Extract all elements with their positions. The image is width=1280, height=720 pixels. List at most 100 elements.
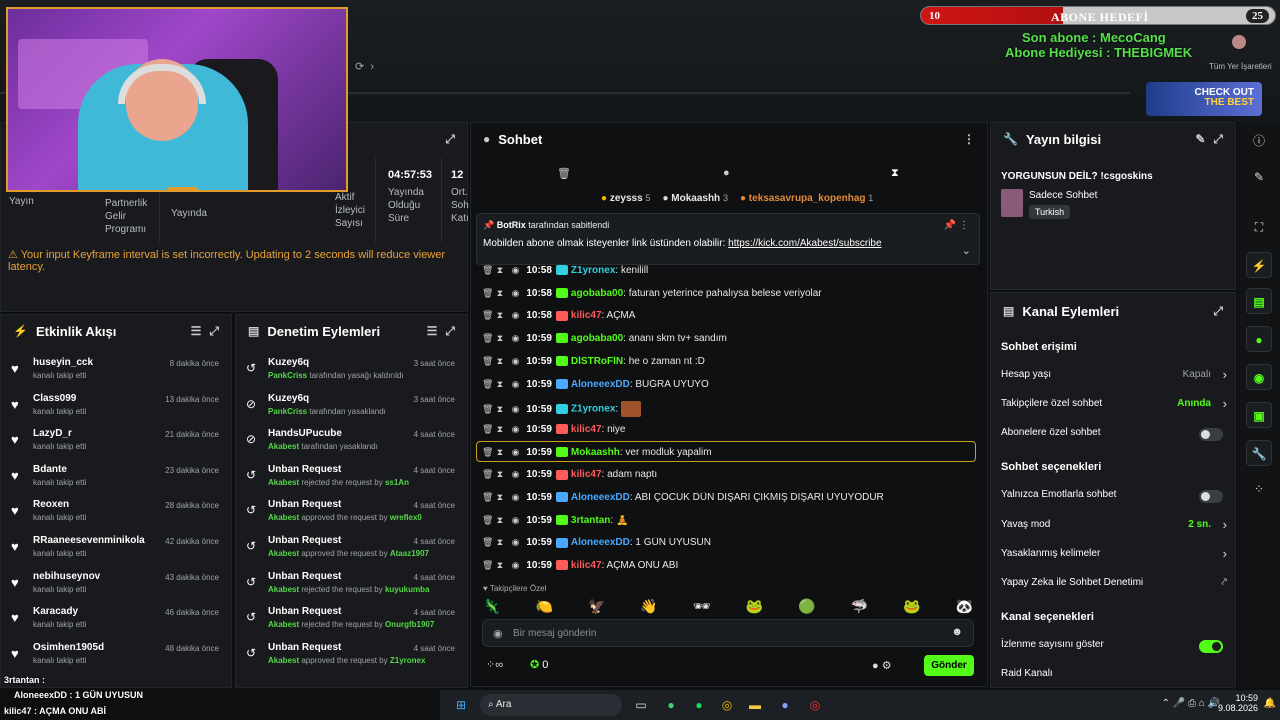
bookmarks-folder[interactable]: Tüm Yer İşaretleri (1209, 62, 1272, 71)
send-button[interactable]: Gönder (924, 655, 974, 676)
message-user[interactable]: Z1yronex (571, 404, 615, 415)
profile-avatar[interactable] (1232, 35, 1246, 49)
channel-icon[interactable]: ▣ (1246, 402, 1272, 428)
show-views-toggle[interactable] (1199, 640, 1223, 653)
pinned-link[interactable]: https://kick.com/Akabest/subscribe (728, 238, 881, 249)
lightning-icon[interactable]: ⚡ (1246, 252, 1272, 278)
feed-item[interactable]: ♥ Bdante kanalı takip etti 23 dakika önce (1, 462, 231, 498)
mod-target[interactable]: Unban Request (268, 606, 341, 617)
emote-only-toggle[interactable] (1199, 490, 1223, 503)
pencil-icon[interactable]: ✎ (1246, 164, 1272, 190)
chat-message[interactable]: 🗑 ⧗ ◉ 10:59 kilic47: adam naptı (482, 469, 972, 489)
chat-message[interactable]: 🗑 ⧗ ◉ 10:58 kilic47: AÇMA (482, 310, 972, 330)
mod-target[interactable]: Unban Request (268, 535, 341, 546)
feed-item[interactable]: ♥ huseyin_cck kanalı takip etti 8 dakika ön… (1, 355, 231, 391)
chat-input[interactable]: ◉ Bir mesaj gönderin ☻ (482, 619, 974, 647)
feed-item[interactable]: ♥ RRaaneesevenminikola kanalı takip etti 42… (1, 533, 231, 569)
emote[interactable]: 🍋 (535, 598, 552, 616)
trash-icon[interactable]: 🗑 (482, 424, 494, 435)
points-display[interactable]: ✪ 0 (530, 658, 548, 671)
trash-icon[interactable]: 🗑 (482, 515, 494, 526)
top-chatter[interactable]: ● Mokaashh 3 (662, 193, 728, 204)
mod-target[interactable]: Kuzey6q (268, 357, 309, 368)
popout-icon[interactable]: ⤢ (1213, 304, 1223, 319)
trash-icon[interactable]: 🗑 (482, 537, 494, 548)
show-views-setting[interactable]: İzlenme sayısını göster (1001, 639, 1227, 659)
whatsapp-icon[interactable]: ● (662, 696, 680, 714)
folder-icon[interactable]: ▬ (746, 696, 764, 714)
chrome-icon[interactable]: ◎ (718, 696, 736, 714)
ai-moderation-setting[interactable]: Yapay Zeka ile Sohbet Denetimi ⤤ (1001, 577, 1227, 597)
hourglass-icon[interactable]: ⧗ (497, 310, 509, 321)
chat-message[interactable]: 🗑 ⧗ ◉ 10:59 3rtantan: 🧘 (482, 515, 972, 535)
chat-message[interactable]: 🗑 ⧗ ◉ 10:58 Z1yronex: kenilill (482, 265, 972, 285)
filter-icon[interactable]: ☰ (191, 324, 202, 338)
mod-target[interactable]: HandsUPucube (268, 428, 342, 439)
emote[interactable]: 🦅 (588, 598, 605, 616)
mod-action-item[interactable]: ⊘ HandsUPucube Akabest tarafından yasaklan… (236, 426, 467, 462)
document-icon[interactable]: ▤ (1246, 288, 1272, 314)
hourglass-icon[interactable]: ⧗ (497, 379, 509, 390)
message-user[interactable]: agobaba00 (571, 288, 623, 299)
wrench-icon[interactable]: 🔧 (1246, 440, 1272, 466)
hourglass-icon[interactable]: ⧗ (497, 492, 509, 503)
popout-icon[interactable]: ⤢ (1213, 132, 1223, 147)
feed-item[interactable]: ♥ Osimhen1905d kanalı takip etti 48 dakika … (1, 640, 231, 676)
chevron-down-icon[interactable]: ⌄ (962, 244, 971, 257)
emote[interactable]: 🟢 (798, 598, 815, 616)
more-icon[interactable]: ⋮ (963, 132, 975, 146)
expand-icon[interactable]: ⛶ (1246, 214, 1272, 240)
feed-item[interactable]: ♥ Reoxen kanalı takip etti 28 dakika önce (1, 497, 231, 533)
slow-mode-setting[interactable]: Yavaş mod 2 sn. › (1001, 517, 1227, 539)
feed-user[interactable]: Karacady (33, 606, 78, 617)
trash-icon[interactable]: 🗑 (482, 288, 494, 299)
top-chatter[interactable]: ● zeysss 5 (601, 193, 650, 204)
mod-target[interactable]: Unban Request (268, 642, 341, 653)
hourglass-icon[interactable]: ⧗ (497, 356, 509, 367)
message-user[interactable]: 3rtantan (571, 515, 610, 526)
category-thumbnail[interactable] (1001, 189, 1023, 217)
emote[interactable]: 🐸 (903, 598, 920, 616)
pin-icon[interactable]: 📌 ⋮ (944, 220, 969, 231)
spotify-icon[interactable]: ● (690, 696, 708, 714)
trash-icon[interactable]: 🗑 (482, 333, 494, 344)
feed-item[interactable]: ♥ LazyD_r kanalı takip etti 21 dakika önce (1, 426, 231, 462)
discord-icon[interactable]: ● (776, 696, 794, 714)
feed-user[interactable]: Osimhen1905d (33, 642, 104, 653)
tray-icons[interactable]: ⌃ 🎤 ⎙ ⌂ 🔊 (1162, 698, 1220, 709)
notification-icon[interactable]: 🔔 (1264, 698, 1276, 709)
chat-icon[interactable]: ● (723, 167, 730, 179)
mod-action-item[interactable]: ↺ Unban Request Akabest rejected the reque… (236, 462, 467, 498)
feed-user[interactable]: Class099 (33, 393, 76, 404)
mod-target[interactable]: Unban Request (268, 464, 341, 475)
hourglass-icon[interactable]: ⧗ (497, 404, 509, 415)
app-icon[interactable]: ◎ (806, 696, 824, 714)
message-user[interactable]: kilic47 (571, 310, 602, 321)
filter-icon[interactable]: ☰ (427, 324, 438, 338)
nav-icons[interactable]: ⟳ › (355, 60, 374, 73)
chat-message[interactable]: 🗑 ⧗ ◉ 10:59 Z1yronex: (482, 401, 972, 421)
popout-icon[interactable]: ⤢ (445, 324, 455, 339)
hourglass-icon[interactable]: ⧗ (497, 469, 509, 480)
mod-action-item[interactable]: ↺ Unban Request Akabest approved the reque… (236, 533, 467, 569)
mod-target[interactable]: Kuzey6q (268, 393, 309, 404)
popout-icon[interactable]: ⤢ (209, 324, 219, 339)
checkout-banner[interactable]: CHECK OUT THE BEST (1146, 82, 1262, 116)
edit-icon[interactable]: ✎ (1195, 132, 1205, 146)
emote-bar[interactable]: 🦎 🍋 🦅 👋 🕶 🐸 🟢 🦈 🐸 🐼 (483, 598, 973, 616)
chat-settings-icon[interactable]: ● ⚙ (872, 659, 892, 672)
chat-icon[interactable]: ● (1246, 326, 1272, 352)
mod-action-item[interactable]: ↺ Unban Request Akabest approved the reque… (236, 497, 467, 533)
broadcast-icon[interactable]: ◉ (1246, 364, 1272, 390)
mod-action-item[interactable]: ↺ Unban Request Akabest approved the reque… (236, 640, 467, 676)
trash-icon[interactable]: 🗑 (482, 379, 494, 390)
trash-icon[interactable]: 🗑 (482, 492, 494, 503)
trash-icon[interactable]: 🗑 (482, 469, 494, 480)
info-icon[interactable]: ⓘ (1246, 128, 1272, 154)
trash-icon[interactable]: 🗑 (482, 404, 494, 415)
mod-action-item[interactable]: ↺ Kuzey6q PankCriss tarafından yasağı kald… (236, 355, 467, 391)
subs-only-toggle[interactable] (1199, 428, 1223, 441)
feed-item[interactable]: ♥ nebihuseynov kanalı takip etti 43 dakika … (1, 569, 231, 605)
feed-item[interactable]: ♥ Karacady kanalı takip etti 46 dakika önce (1, 604, 231, 640)
chat-message[interactable]: 🗑 ⧗ ◉ 10:59 AloneeexDD: ABİ ÇOCUK DÜN DIŞ… (482, 492, 972, 512)
